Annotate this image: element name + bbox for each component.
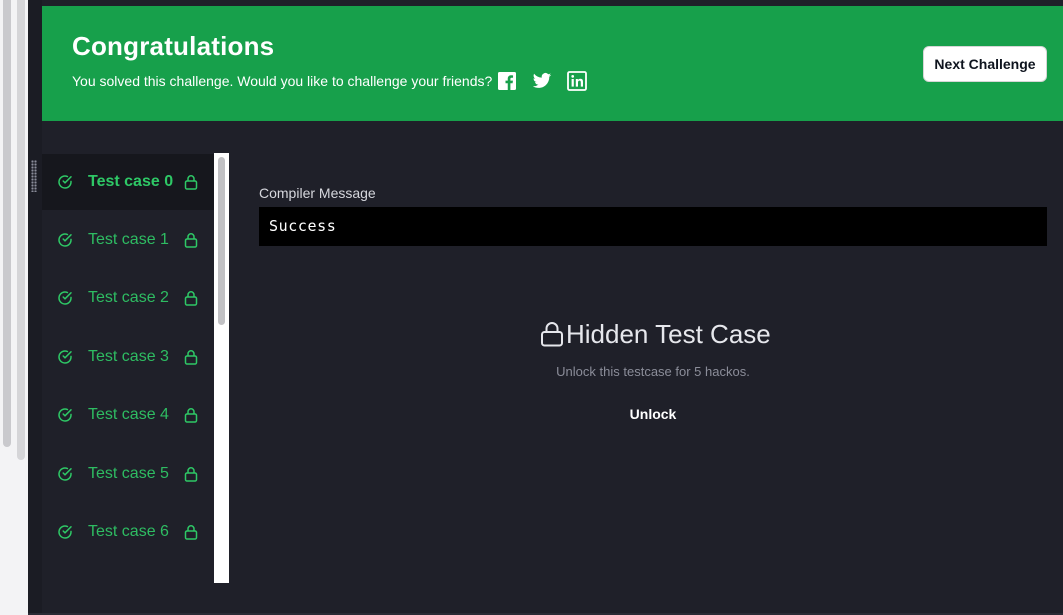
facebook-icon[interactable]	[497, 71, 517, 91]
check-circle-icon	[57, 466, 73, 482]
test-case-label: Test case 5	[88, 465, 169, 482]
test-case-label: Test case 2	[88, 289, 169, 306]
lock-icon	[184, 407, 198, 423]
unlock-button[interactable]: Unlock	[612, 403, 694, 425]
test-case-item[interactable]: Test case 5	[42, 446, 214, 502]
test-case-label: Test case 4	[88, 406, 169, 423]
check-circle-icon	[57, 407, 73, 423]
test-case-item[interactable]: Test case 6	[42, 504, 214, 560]
hidden-test-case-heading: Hidden Test Case	[540, 318, 771, 350]
banner-subtitle: You solved this challenge. Would you lik…	[72, 73, 493, 89]
lock-icon	[184, 349, 198, 365]
test-case-label: Test case 1	[88, 231, 169, 248]
test-case-item[interactable]: Test case 0	[42, 154, 214, 210]
gutter-scrollbar[interactable]	[3, 0, 11, 447]
lock-icon	[184, 466, 198, 482]
scrollbar-thumb[interactable]	[218, 157, 225, 325]
compiler-message-output: Success	[259, 207, 1047, 246]
hidden-test-case-subtitle: Unlock this testcase for 5 hackos.	[556, 364, 750, 379]
lock-icon	[184, 174, 198, 190]
test-case-label: Test case 0	[88, 173, 174, 190]
check-circle-icon	[57, 290, 73, 306]
drag-handle-icon[interactable]	[31, 160, 37, 192]
test-case-label: Test case 6	[88, 523, 169, 540]
banner-title: Congratulations	[72, 31, 275, 61]
check-circle-icon	[57, 174, 73, 190]
test-case-item[interactable]: Test case 4	[42, 387, 214, 443]
next-challenge-button[interactable]: Next Challenge	[923, 46, 1047, 82]
check-circle-icon	[57, 524, 73, 540]
test-case-item[interactable]: Test case 2	[42, 270, 214, 326]
linkedin-icon[interactable]	[567, 71, 587, 91]
lock-icon	[540, 321, 564, 347]
panel-divider	[28, 0, 42, 615]
twitter-icon[interactable]	[532, 71, 552, 91]
gutter-scrollbar-secondary[interactable]	[17, 0, 25, 460]
page-gutter	[0, 0, 28, 615]
compiler-message-label: Compiler Message	[259, 185, 376, 201]
test-case-item[interactable]: Test case 1	[42, 212, 214, 268]
lock-icon	[184, 524, 198, 540]
lock-icon	[184, 290, 198, 306]
check-circle-icon	[57, 349, 73, 365]
check-circle-icon	[57, 232, 73, 248]
success-banner: Congratulations You solved this challeng…	[42, 6, 1063, 121]
hidden-test-case-title: Hidden Test Case	[566, 318, 771, 349]
lock-icon	[184, 232, 198, 248]
